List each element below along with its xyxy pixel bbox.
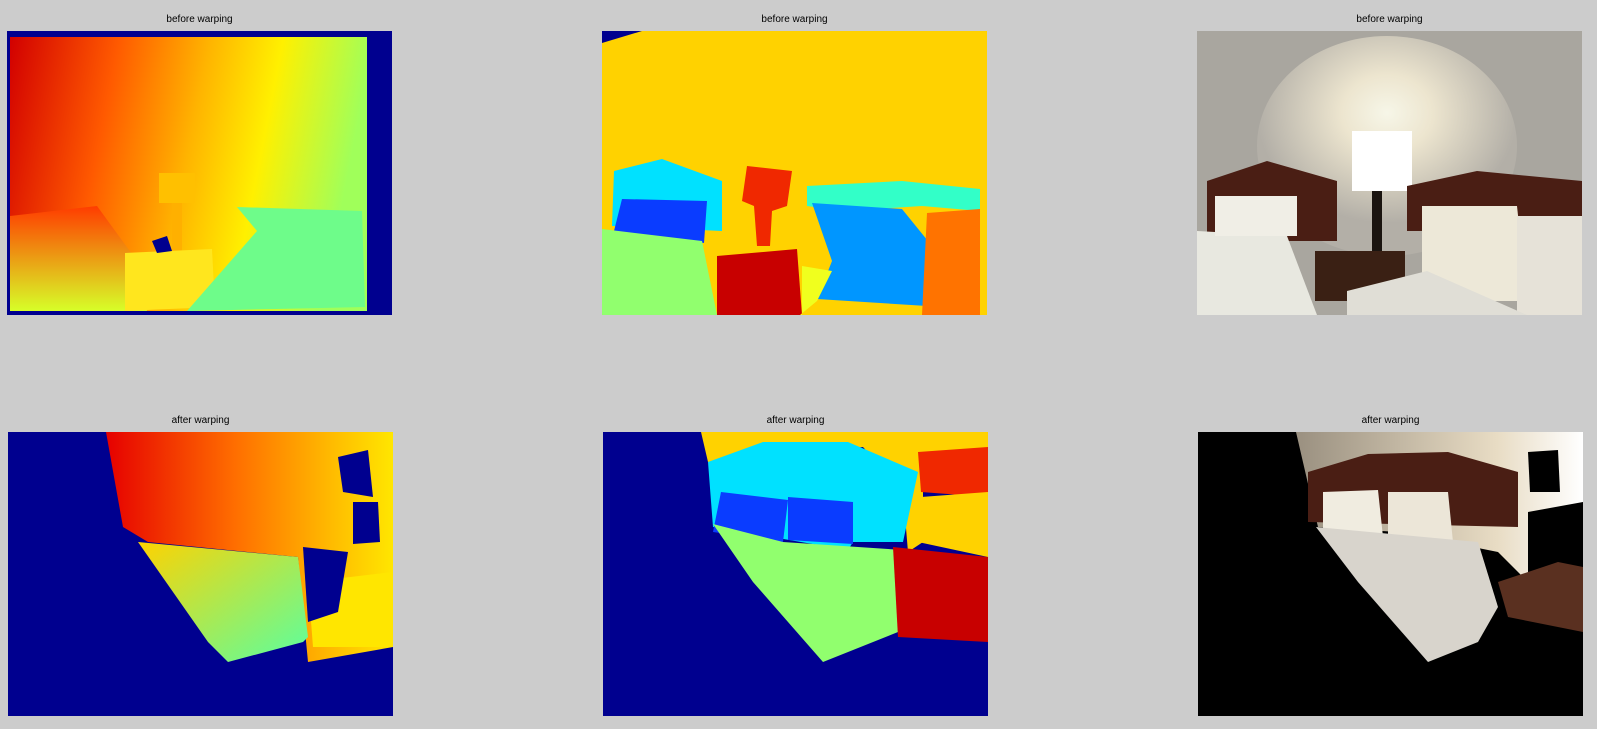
depth-map-after [8,432,393,716]
depth-map-image [7,31,392,315]
bedroom-photo-image [1198,432,1583,716]
panel-title: before warping [166,14,233,25]
panel-title: before warping [1356,14,1423,25]
segmentation-map-image [602,31,987,315]
depth-map-image [8,432,393,716]
segmentation-map-image [603,432,988,716]
depth-map-before [7,31,392,315]
panel-title: before warping [761,14,828,25]
panel-title: after warping [766,415,825,426]
rgb-photo-before [1197,31,1582,315]
panel-title: after warping [1361,415,1420,426]
segmentation-map-after [603,432,988,716]
bedroom-photo-image [1197,31,1582,315]
panel-title: after warping [171,415,230,426]
segmentation-map-before [602,31,987,315]
rgb-photo-after [1198,432,1583,716]
